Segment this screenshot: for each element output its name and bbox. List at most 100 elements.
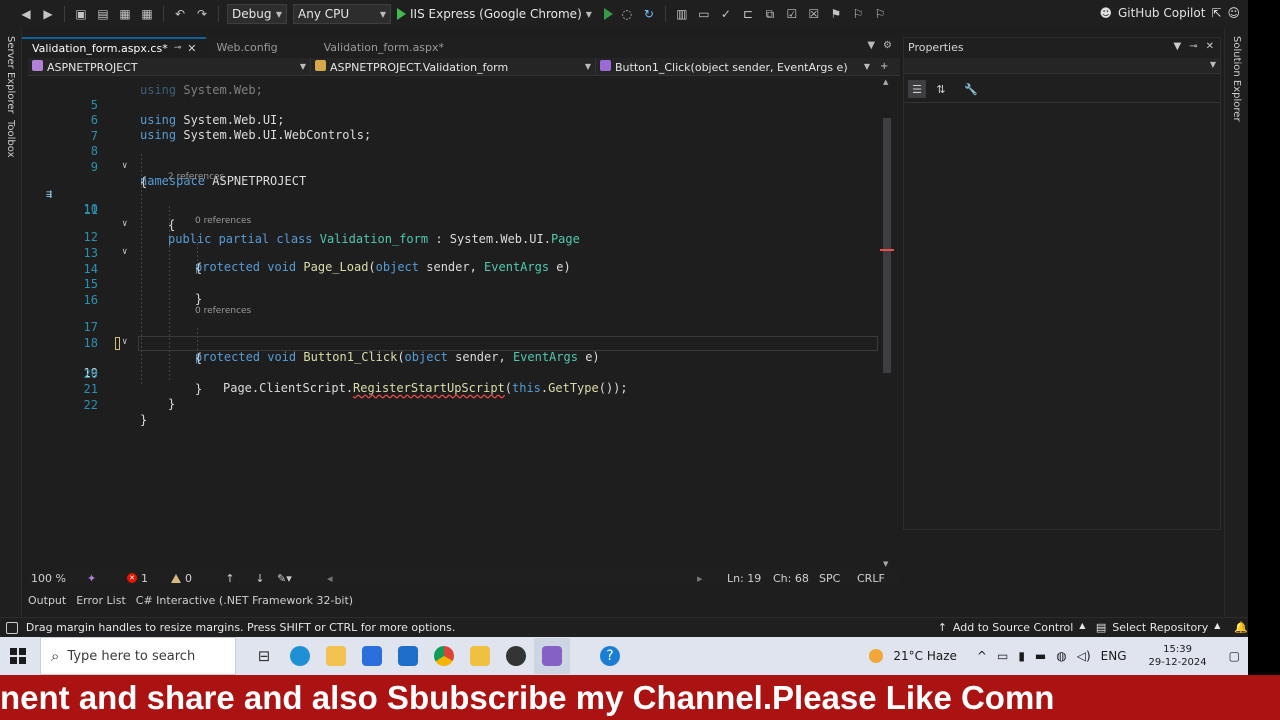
char-indicator[interactable]: Ch: 68 [773,572,819,585]
notifications-icon[interactable]: ▢ [1229,649,1240,663]
attach-icon[interactable]: ◌ [619,6,635,22]
meet-icon[interactable]: ▭ [997,649,1008,663]
volume-icon[interactable]: ◁) [1077,649,1091,663]
tab-error-list[interactable]: Error List [76,594,126,607]
tab-csharp-interactive[interactable]: C# Interactive (.NET Framework 32-bit) [136,594,353,607]
member-dropdown[interactable]: Button1_Click(object sender, EventArgs e… [596,58,874,76]
scroll-up-icon[interactable]: ▲ [883,78,888,86]
split-icon[interactable]: + [880,61,888,72]
scroll-down-icon[interactable]: ▼ [883,560,888,568]
warning-count-value: 0 [185,571,192,585]
editor-scrollbar[interactable]: ▲ ▼ [880,76,894,570]
tab-validation-form-aspx[interactable]: Validation_form.aspx* [288,37,454,57]
forward-icon[interactable]: ▶ [40,6,56,22]
copilot-status-icon[interactable]: ✦ [87,572,127,585]
chevron-down-icon[interactable]: ▼ [867,40,875,51]
select-repository[interactable]: ▤ Select Repository ▲ [1096,621,1234,634]
start-without-debug-icon[interactable] [603,8,613,20]
align-icon[interactable]: ⊏ [740,6,756,22]
taskbar-search-input[interactable]: ⌕ Type here to search [40,637,236,675]
line-ending-indicator[interactable]: CRLF [857,572,897,585]
chrome-icon[interactable] [426,638,462,674]
clock[interactable]: 15:39 29-12-2024 [1149,643,1207,669]
scroll-right-icon[interactable]: ▸ [697,572,727,585]
type-dropdown[interactable]: ASPNETPROJECT.Validation_form ▼ [311,57,596,76]
server-explorer-tab[interactable]: Server Explorer [5,36,16,114]
solution-explorer-tab[interactable]: Solution Explorer [1231,36,1242,122]
alphabetical-icon[interactable]: ⇅ [932,80,950,98]
mic-icon[interactable]: ▮ [1018,649,1025,663]
tab-tools: ▼ ⚙ [867,40,892,51]
mail-icon[interactable] [390,638,426,674]
file-explorer-icon[interactable] [318,638,354,674]
platform-dropdown[interactable]: Any CPU ▼ [293,4,391,24]
property-pages-icon[interactable]: 🔧 [962,80,980,98]
config-dropdown[interactable]: Debug ▼ [227,4,287,24]
visual-studio-icon[interactable] [534,638,570,674]
tab-web-config[interactable]: Web.config [206,37,287,57]
chevron-up-icon[interactable]: ^ [977,649,987,663]
recorder-icon[interactable] [498,638,534,674]
scroll-left-icon[interactable]: ◂ [327,572,697,585]
class-icon [315,59,326,71]
gear-icon[interactable]: ⚙ [883,40,892,51]
help-icon[interactable]: ? [592,638,628,674]
refresh-icon[interactable]: ↻ [641,6,657,22]
task-view-icon[interactable]: ⊟ [246,638,282,674]
language-indicator[interactable]: ENG [1101,649,1127,663]
warning-count[interactable]: 0 [171,572,217,585]
pin-icon[interactable]: ⊸ [1189,41,1197,52]
save-all-icon[interactable]: ▦ [139,6,155,22]
bell-icon[interactable]: 🔔 [1234,621,1248,634]
bookmark-prev-icon[interactable]: ⚐ [850,6,866,22]
arrow-up-icon[interactable]: ↑ [217,572,243,585]
feedback-icon[interactable]: ☺ [1227,6,1240,20]
copy-icon[interactable]: ⧉ [762,6,778,22]
windows-start-icon[interactable] [0,638,36,674]
scroll-thumb[interactable] [883,118,891,373]
line-indicator[interactable]: Ln: 19 [727,572,773,585]
categorized-icon[interactable]: ☰ [908,80,926,98]
undo-icon[interactable]: ↶ [172,6,188,22]
battery-icon[interactable]: ▬ [1035,649,1046,663]
pin-icon[interactable]: ⊸ [174,43,182,53]
share-icon[interactable]: ⇱ [1211,6,1221,20]
uncheck-box-icon[interactable]: ☒ [806,6,822,22]
object-selector[interactable]: ▼ [904,58,1220,74]
bookmark-icon[interactable]: ⚑ [828,6,844,22]
toolbox-tab[interactable]: Toolbox [5,120,16,158]
layout-icon[interactable]: ▭ [696,6,712,22]
system-tray: 21°C Haze ^ ▭ ▮ ▬ ◍ ◁) ENG 15:39 29-12-2… [869,637,1240,675]
paint-icon[interactable] [462,638,498,674]
copilot-label[interactable]: GitHub Copilot [1118,6,1205,20]
indent-indicator[interactable]: SPC [819,572,857,585]
redo-icon[interactable]: ↷ [194,6,210,22]
edge-icon[interactable] [282,638,318,674]
bookmark-next-icon[interactable]: ⚐ [872,6,888,22]
tab-validation-form-cs[interactable]: Validation_form.aspx.cs* ⊸ ✕ [22,37,207,57]
code-line: 8 ∨ namespace ASPNETPROJECT [28,129,880,188]
zoom-level[interactable]: 100 % [31,572,87,585]
store-icon[interactable] [354,638,390,674]
open-folder-icon[interactable]: ▤ [95,6,111,22]
network-icon[interactable]: ◍ [1056,649,1066,663]
run-button[interactable]: IIS Express (Google Chrome) ▼ [397,7,592,21]
close-icon[interactable]: ✕ [187,42,196,55]
code-line: 18 { [28,321,880,365]
check-box-icon[interactable]: ☑ [784,6,800,22]
error-count[interactable]: ✕ 1 [127,572,171,585]
arrow-down-icon[interactable]: ↓ [243,572,277,585]
new-project-icon[interactable]: ▣ [73,6,89,22]
brush-icon[interactable]: ✎▾ [277,572,327,585]
close-icon[interactable]: ✕ [1206,41,1214,52]
add-to-source-control[interactable]: ↑ Add to Source Control ▲ [938,621,1096,634]
chevron-down-icon[interactable]: ▼ [1174,41,1182,52]
code-editor[interactable]: using System.Web; 5 using System.Web.UI;… [28,76,880,570]
back-icon[interactable]: ◀ [18,6,34,22]
spellcheck-icon[interactable]: ✓ [718,6,734,22]
project-dropdown[interactable]: ASPNETPROJECT ▼ [28,57,311,76]
tab-output[interactable]: Output [28,594,66,607]
browse-icon[interactable]: ▥ [674,6,690,22]
weather-text[interactable]: 21°C Haze [893,649,957,663]
save-icon[interactable]: ▦ [117,6,133,22]
